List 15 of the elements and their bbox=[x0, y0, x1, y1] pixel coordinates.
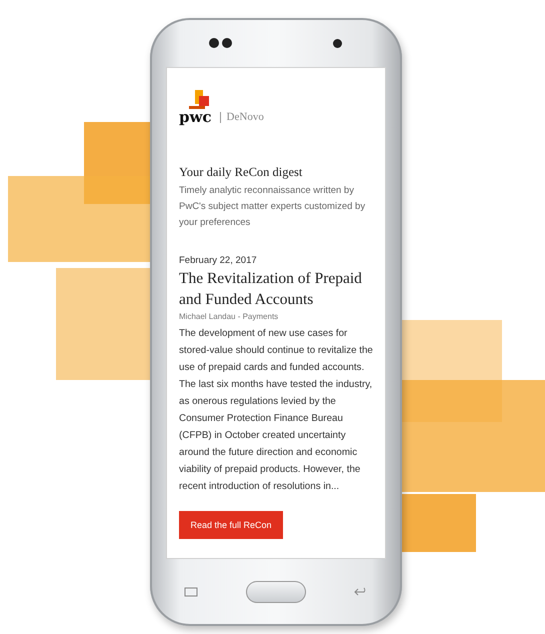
article-date: February 22, 2017 bbox=[179, 255, 258, 266]
home-button[interactable] bbox=[246, 581, 306, 603]
sensor-icon bbox=[208, 37, 234, 49]
article-byline: Michael Landau - Payments bbox=[179, 312, 280, 321]
digest-title: Your daily ReCon digest bbox=[179, 165, 304, 180]
camera-icon bbox=[333, 38, 342, 48]
back-icon[interactable] bbox=[354, 587, 368, 597]
logo-text: pwc bbox=[179, 110, 212, 125]
product-name: DeNovo bbox=[220, 112, 264, 123]
article-summary: The development of new use cases for stored-value should continue to revitalize the use of prepaid cards and funded accounts. The last six months have tested the industry, as onerous regulations levied by the Consumer Protection Finance Bureau (CFPB) in October created uncertainty around the future direction and economic viability of prepaid products. However, the recent introduction of resolutions in... bbox=[179, 327, 374, 494]
logo-mark-icon bbox=[189, 90, 211, 110]
article-title: The Revitalization of Prepaid and Funded Accounts bbox=[179, 269, 363, 310]
read-more-button[interactable]: Read the full ReCon bbox=[179, 511, 283, 539]
recent-apps-icon[interactable] bbox=[184, 587, 198, 597]
digest-description: Timely analytic reconnaissance written by PwC's subject matter experts customized by your preferences bbox=[179, 184, 366, 230]
